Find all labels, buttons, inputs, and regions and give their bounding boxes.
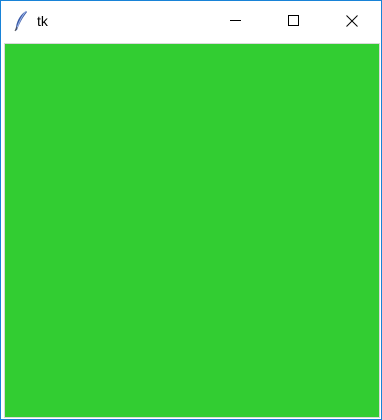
green-canvas[interactable] [4,43,380,418]
maximize-button[interactable] [264,1,322,41]
tk-feather-icon [13,10,29,32]
minimize-button[interactable] [206,1,264,41]
close-button[interactable] [323,1,381,41]
app-window: tk [0,0,382,420]
title-bar[interactable]: tk [1,1,381,41]
window-title: tk [37,13,48,29]
